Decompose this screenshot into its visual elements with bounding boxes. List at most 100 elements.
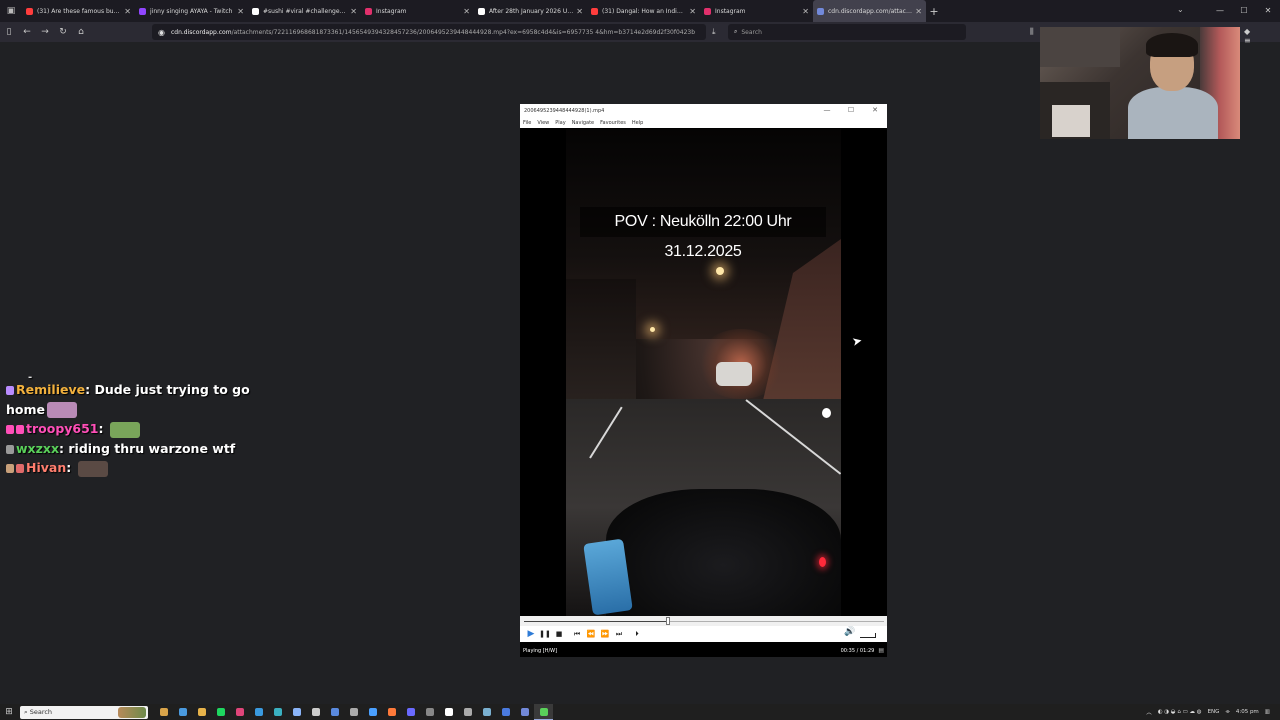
tab-close-icon[interactable]: ✕ [689,7,696,16]
video-street-lamp [716,267,724,275]
webcam-shelf [1040,27,1120,67]
browser-tab[interactable]: cdn.discordapp.com/attachments/7✕ [813,0,926,22]
tab-close-icon[interactable]: ✕ [237,7,244,16]
taskbar-app-icon[interactable] [534,704,553,720]
chat-badge-icon [6,425,14,434]
taskbar-app-icon[interactable] [249,704,268,720]
pause-icon[interactable]: ❚❚ [538,627,552,641]
taskbar-app-icon[interactable] [401,704,420,720]
taskbar-app-icon[interactable] [287,704,306,720]
site-info-icon[interactable]: ◉ [158,28,165,37]
taskbar-app-icon[interactable] [515,704,534,720]
notifications-icon[interactable]: ▥ [1265,709,1270,715]
player-menu-item[interactable]: Play [555,120,565,126]
tab-favicon-icon [26,7,33,15]
browser-tab[interactable]: Instagram ✕ [700,0,813,22]
new-tab-button[interactable]: + [926,5,942,18]
player-menu-item[interactable]: Favourites [600,120,626,126]
taskbar-app-icon[interactable] [344,704,363,720]
tab-title: jinny singing AYAYA - Twitch [150,7,233,15]
taskbar-app-icon[interactable] [192,704,211,720]
start-icon[interactable]: ⊞ [0,707,18,717]
chat-overlay: - Remilieve: Dude just trying to go home… [6,372,266,478]
player-close-icon[interactable]: ✕ [863,104,887,117]
tab-favicon-icon [252,7,259,15]
stop-icon[interactable]: ■ [552,627,566,641]
taskbar-app-icon[interactable] [211,704,230,720]
playback-status: Playing [H/W] [523,647,558,654]
taskbar-app-icon[interactable] [439,704,458,720]
previous-icon[interactable]: ⏮ [570,627,584,641]
chat-text: riding thru warzone wtf [68,440,236,456]
window-menu-icon[interactable]: ▣ [0,0,22,22]
volume-slider[interactable] [860,633,876,638]
taskbar-app-icon[interactable] [382,704,401,720]
tray-icons[interactable]: ◐ ◑ ◒ ⌂ ▭ ☁ ◍ [1158,709,1202,715]
extensions-icons[interactable]: ◆ ≡ [1244,27,1280,45]
next-icon[interactable]: ⏭ [612,627,626,641]
player-menu-item[interactable]: View [537,120,549,126]
reload-icon[interactable]: ↻ [54,27,72,37]
address-bar[interactable]: ◉ cdn.discordapp.com /attachments/722116… [152,24,706,40]
seek-bar[interactable] [520,616,887,626]
tab-favicon-icon [704,7,711,15]
player-menu-item[interactable]: File [523,120,531,126]
chat-emote-icon [47,402,77,418]
network-icon[interactable]: ⌯ [1225,709,1229,716]
seek-handle[interactable] [666,617,670,625]
language-indicator[interactable]: ENG [1208,709,1220,715]
fast-forward-icon[interactable]: ⏩ [598,627,612,641]
browser-tab[interactable]: (31) Dangal: How an Indian Fil ✕ [587,0,700,22]
back-icon[interactable]: ← [18,27,36,37]
taskbar-app-icon[interactable] [306,704,325,720]
close-icon[interactable]: ✕ [1256,0,1280,22]
volume-icon[interactable]: 🔊 [844,627,855,637]
browser-tab[interactable]: After 28th January 2026 U Can ✕ [474,0,587,22]
tab-close-icon[interactable]: ✕ [350,7,357,16]
taskbar-app-icon[interactable] [173,704,192,720]
maximize-icon[interactable]: ☐ [1232,0,1256,22]
taskbar-search[interactable]: ⌕ Search [20,705,148,719]
list-all-tabs-icon[interactable]: ⌄ [1177,5,1184,14]
player-maximize-icon[interactable]: ☐ [839,104,863,117]
play-icon[interactable]: ▶ [524,627,538,641]
player-menu-item[interactable]: Navigate [572,120,594,126]
forward-icon[interactable]: → [36,27,54,37]
tab-close-icon[interactable]: ✕ [463,7,470,16]
browser-tab[interactable]: (31) Are these famous butter c ✕ [22,0,135,22]
video-frame[interactable]: POV : Neukölln 22:00 Uhr 31.12.2025 [566,129,841,616]
tray-overflow-icon[interactable]: ︿ [1146,708,1152,716]
rewind-icon[interactable]: ⏪ [584,627,598,641]
clock[interactable]: 4:05 pm [1236,709,1259,715]
options-icon[interactable]: ▤ [878,647,884,654]
browser-tab[interactable]: jinny singing AYAYA - Twitch ✕ [135,0,248,22]
taskbar-app-icon[interactable] [154,704,173,720]
browser-tab[interactable]: Instagram ✕ [361,0,474,22]
chat-message: Hivan: [6,458,266,478]
taskbar-app-icon[interactable] [477,704,496,720]
taskbar-app-icon[interactable] [420,704,439,720]
taskbar-app-icon[interactable] [496,704,515,720]
player-minimize-icon[interactable]: — [815,104,839,117]
search-field[interactable]: ⌕ Search [728,24,966,40]
taskbar-app-icon[interactable] [268,704,287,720]
player-menu-item[interactable]: Help [632,120,643,126]
tab-close-icon[interactable]: ✕ [802,7,809,16]
browser-tab[interactable]: #sushi #viral #challenge #puzzl✕ [248,0,361,22]
taskbar-app-icon[interactable] [363,704,382,720]
video-red-light [819,557,826,567]
minimize-icon[interactable]: — [1208,0,1232,22]
tab-close-icon[interactable]: ✕ [576,7,583,16]
download-icon[interactable]: ⤓ [712,27,716,37]
home-icon[interactable]: ⌂ [72,27,90,37]
tab-close-icon[interactable]: ✕ [915,7,922,16]
chat-colon: : [98,421,108,436]
taskbar-app-icon[interactable] [458,704,477,720]
taskbar-app-icon[interactable] [325,704,344,720]
tab-close-icon[interactable]: ✕ [124,7,131,16]
frame-step-icon[interactable]: ⏵ [630,627,644,641]
library-icon[interactable]: ⫼ [1030,27,1034,37]
taskbar-app-icon[interactable] [230,704,249,720]
sidebar-icon[interactable]: ▯ [0,27,18,37]
system-tray: ︿ ◐ ◑ ◒ ⌂ ▭ ☁ ◍ ENG ⌯ 4:05 pm ▥ [1140,704,1270,720]
